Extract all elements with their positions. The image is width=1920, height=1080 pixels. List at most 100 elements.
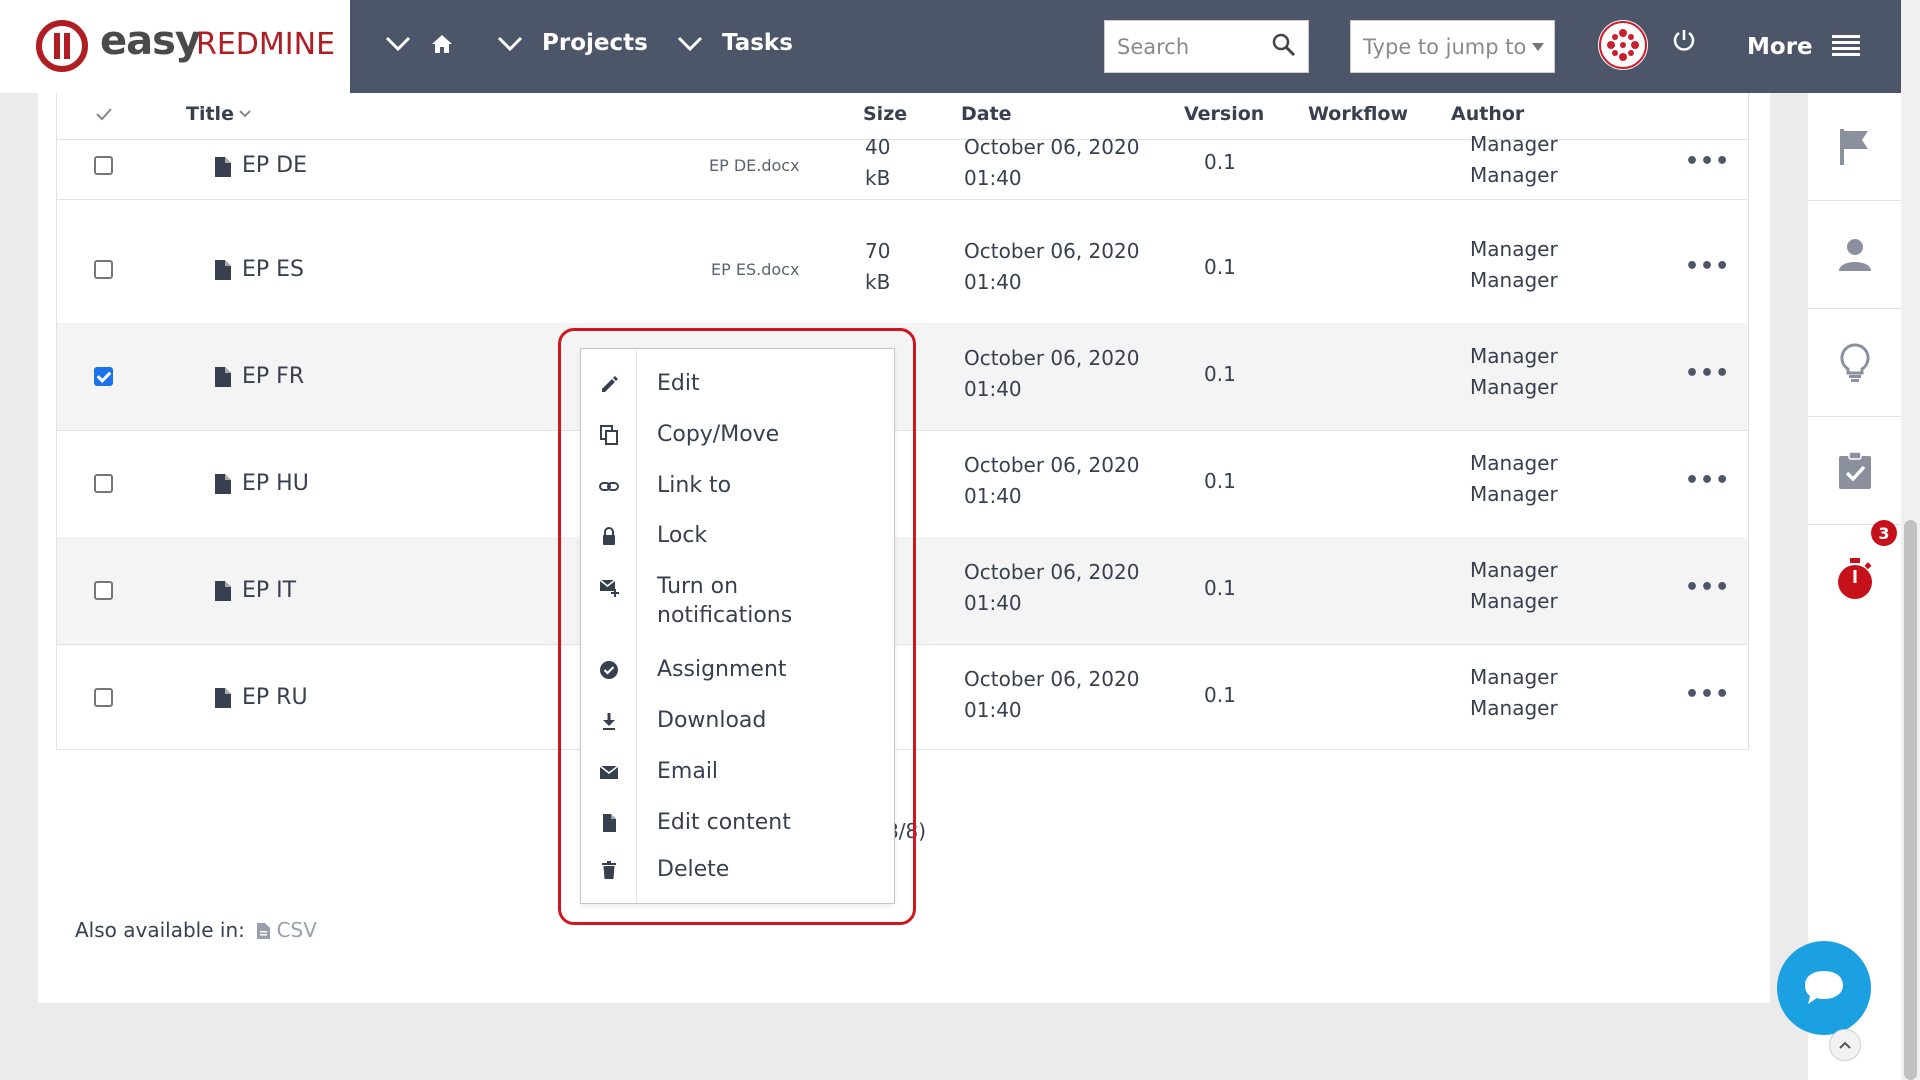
document-title[interactable]: EP ES	[242, 257, 304, 282]
csv-file-icon[interactable]	[257, 923, 271, 939]
document-title[interactable]: EP FR	[242, 364, 304, 389]
date-value: October 06, 2020	[964, 135, 1140, 159]
avatar[interactable]	[1598, 20, 1648, 70]
menu-label: Turn on notifications	[657, 574, 793, 628]
header-title[interactable]: Title	[186, 103, 234, 125]
header-workflow[interactable]: Workflow	[1308, 103, 1408, 125]
jump-to-project[interactable]	[1350, 20, 1555, 73]
document-title[interactable]: EP IT	[242, 578, 296, 603]
envelope-icon	[599, 765, 619, 779]
hamburger-icon[interactable]	[1832, 34, 1860, 56]
menu-item-copy-move[interactable]: Copy/Move	[581, 414, 894, 454]
menu-item-download[interactable]: Download	[581, 700, 894, 740]
row-checkbox[interactable]	[94, 260, 113, 279]
header-author[interactable]: Author	[1451, 103, 1524, 125]
brand-easy: easy	[100, 18, 201, 64]
search-field[interactable]	[1104, 20, 1309, 73]
time-value: 01:40	[964, 484, 1022, 508]
search-icon[interactable]	[1272, 33, 1296, 57]
version-cell: 0.1	[1204, 469, 1236, 493]
document-icon	[215, 474, 231, 494]
sidebar-flag[interactable]	[1808, 93, 1901, 201]
row-menu-button[interactable]: •••	[1685, 468, 1730, 493]
author-cell[interactable]: Manager Manager	[1470, 129, 1558, 191]
time-value: 01:40	[964, 270, 1022, 294]
projects-chevron-icon[interactable]	[494, 28, 526, 60]
document-title[interactable]: EP RU	[242, 685, 308, 710]
row-checkbox-checked[interactable]	[94, 367, 113, 386]
sidebar-tasks[interactable]	[1808, 417, 1901, 525]
author-cell[interactable]: Manager Manager	[1470, 448, 1558, 510]
table-row[interactable]: EP ES EP ES.docx 70 kB October 06, 2020 …	[57, 216, 1748, 324]
select-all-check-icon[interactable]	[95, 107, 113, 121]
menu-item-link-to[interactable]: Link to	[581, 465, 894, 505]
home-icon[interactable]	[426, 28, 458, 60]
menu-item-assignment[interactable]: Assignment	[581, 649, 894, 689]
author-cell[interactable]: Manager Manager	[1470, 341, 1558, 403]
author-cell[interactable]: Manager Manager	[1470, 234, 1558, 296]
date-value: October 06, 2020	[964, 453, 1140, 477]
timer-badge: 3	[1871, 520, 1897, 546]
menu-item-edit-content[interactable]: Edit content	[581, 802, 894, 842]
author-cell[interactable]: Manager Manager	[1470, 662, 1558, 724]
chat-bubble-icon	[1805, 971, 1843, 1004]
row-checkbox[interactable]	[94, 581, 113, 600]
menu-item-lock[interactable]: Lock	[581, 515, 894, 555]
author-last: Manager	[1470, 696, 1558, 720]
table-row[interactable]: EP DE EP DE.docx 40 kB October 06, 2020 …	[57, 132, 1748, 200]
menu-item-notifications[interactable]: Turn on notifications	[581, 566, 894, 636]
menu-label: Email	[657, 759, 719, 784]
header-version[interactable]: Version	[1184, 103, 1264, 125]
nav-tasks[interactable]: Tasks	[722, 30, 793, 56]
context-menu: Edit Copy/Move Link to Lock Turn on noti…	[580, 348, 895, 904]
document-icon	[215, 581, 231, 601]
author-cell[interactable]: Manager Manager	[1470, 555, 1558, 617]
version-cell: 0.1	[1204, 150, 1236, 174]
export-csv-link[interactable]: CSV	[277, 918, 317, 942]
document-icon	[215, 260, 231, 280]
logo[interactable]: easy REDMINE	[0, 0, 350, 93]
chevron-down-icon[interactable]	[382, 28, 414, 60]
document-title[interactable]: EP DE	[242, 153, 307, 178]
row-menu-button[interactable]: •••	[1685, 254, 1730, 279]
menu-item-edit[interactable]: Edit	[581, 363, 894, 403]
sidebar-user[interactable]	[1808, 201, 1901, 309]
row-menu-button[interactable]: •••	[1685, 682, 1730, 707]
tasks-chevron-icon[interactable]	[674, 28, 706, 60]
menu-item-delete[interactable]: Delete	[581, 849, 894, 889]
row-checkbox[interactable]	[94, 688, 113, 707]
menu-item-email[interactable]: Email	[581, 751, 894, 791]
more-menu[interactable]: More	[1747, 34, 1813, 60]
sidebar-ideas[interactable]	[1808, 309, 1901, 417]
row-menu-button[interactable]: •••	[1685, 361, 1730, 386]
row-menu-button[interactable]: •••	[1685, 575, 1730, 600]
caret-down-icon[interactable]	[1532, 43, 1544, 51]
date-value: October 06, 2020	[964, 239, 1140, 263]
sort-chevron-icon[interactable]	[238, 109, 252, 119]
file-name[interactable]: EP ES.docx	[711, 260, 799, 279]
right-sidebar	[1808, 93, 1901, 1080]
size-unit: kB	[865, 166, 891, 190]
scroll-to-top-button[interactable]	[1829, 1029, 1861, 1061]
power-icon[interactable]	[1672, 28, 1696, 52]
file-name[interactable]: EP DE.docx	[709, 156, 800, 175]
chat-button[interactable]	[1777, 941, 1871, 1035]
scrollbar-thumb[interactable]	[1904, 520, 1917, 1080]
jump-input[interactable]	[1361, 31, 1535, 63]
author-first: Manager	[1470, 132, 1558, 156]
row-checkbox[interactable]	[94, 156, 113, 175]
menu-label: Assignment	[657, 657, 787, 682]
also-available-label: Also available in:	[75, 918, 245, 942]
header-size[interactable]: Size	[863, 103, 907, 125]
search-input[interactable]	[1115, 31, 1279, 63]
header-date[interactable]: Date	[961, 103, 1012, 125]
brand-redmine: REDMINE	[196, 27, 336, 62]
row-checkbox[interactable]	[94, 474, 113, 493]
nav-projects[interactable]: Projects	[542, 30, 648, 56]
document-title[interactable]: EP HU	[242, 471, 309, 496]
lock-icon	[603, 527, 615, 545]
version-cell: 0.1	[1204, 576, 1236, 600]
row-menu-button[interactable]: •••	[1685, 149, 1730, 174]
lightbulb-icon	[1839, 342, 1870, 382]
author-first: Manager	[1470, 558, 1558, 582]
